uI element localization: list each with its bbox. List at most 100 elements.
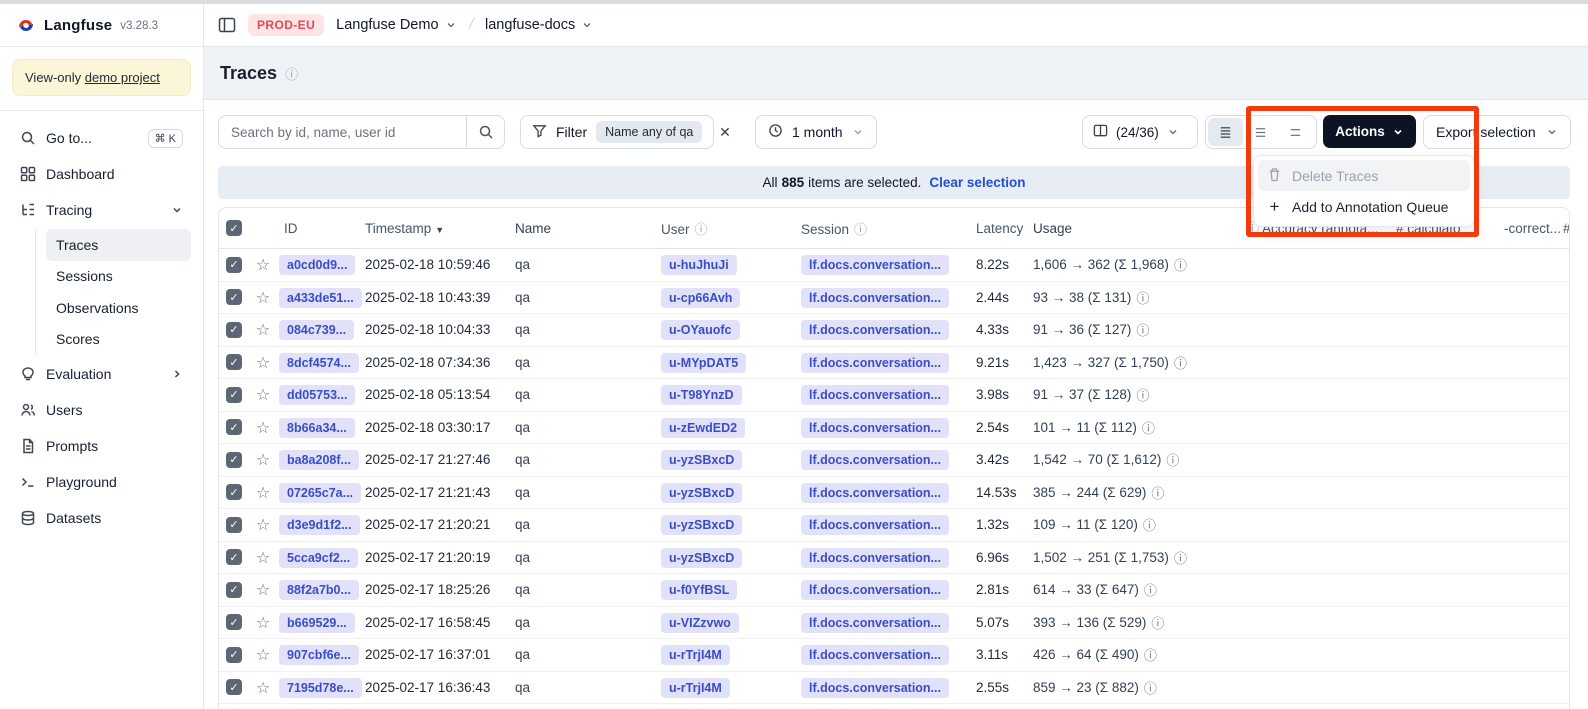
user-badge[interactable]: u-VIZzvwo	[661, 613, 739, 633]
user-badge[interactable]: u-cp66Avh	[661, 288, 740, 308]
sidebar-item-sessions[interactable]: Sessions	[46, 261, 191, 293]
session-badge[interactable]: lf.docs.conversation...	[801, 613, 949, 633]
row-checkbox[interactable]: ✓	[226, 582, 242, 598]
sidebar-item-evaluation[interactable]: Evaluation	[12, 357, 191, 391]
project-switcher[interactable]: langfuse-docs	[485, 17, 593, 33]
header-name[interactable]: Name	[515, 221, 661, 236]
row-checkbox[interactable]: ✓	[226, 517, 242, 533]
row-checkbox[interactable]: ✓	[226, 354, 242, 370]
row-height-large-icon[interactable]	[1278, 118, 1313, 146]
star-icon[interactable]: ☆	[249, 450, 277, 469]
trace-id-badge[interactable]: a433de51...	[279, 288, 362, 308]
session-badge[interactable]: lf.docs.conversation...	[801, 580, 949, 600]
table-row[interactable]: ✓ ☆ 88f2a7b0... 2025-02-17 18:25:26 qa u…	[219, 574, 1569, 607]
session-badge[interactable]: lf.docs.conversation...	[801, 515, 949, 535]
row-height-medium-icon[interactable]	[1243, 118, 1278, 146]
row-checkbox[interactable]: ✓	[226, 647, 242, 663]
star-icon[interactable]: ☆	[249, 255, 277, 274]
org-switcher[interactable]: Langfuse Demo	[336, 17, 456, 33]
sidebar-item-scores[interactable]: Scores	[46, 324, 191, 356]
search-icon[interactable]	[467, 124, 504, 140]
menu-item-add-to-annotation-queue[interactable]: + Add to Annotation Queue	[1258, 191, 1470, 222]
filter-button[interactable]: Filter Name any of qa	[520, 115, 714, 149]
info-icon[interactable]: ⓘ	[1136, 320, 1149, 339]
table-row[interactable]: ✓ ☆ a433de51... 2025-02-18 10:43:39 qa u…	[219, 282, 1569, 315]
trace-id-badge[interactable]: 8dcf4574...	[279, 353, 359, 373]
star-icon[interactable]: ☆	[249, 320, 277, 339]
header-id[interactable]: ID	[277, 221, 365, 236]
user-badge[interactable]: u-OYauofc	[661, 320, 740, 340]
user-badge[interactable]: u-yzSBxcD	[661, 548, 742, 568]
row-checkbox[interactable]: ✓	[226, 419, 242, 435]
star-icon[interactable]: ☆	[249, 353, 277, 372]
user-badge[interactable]: u-rTrjI4M	[661, 645, 730, 665]
info-icon[interactable]: ⓘ	[1166, 450, 1179, 469]
trace-id-badge[interactable]: 8b66a34...	[279, 418, 355, 438]
session-badge[interactable]: lf.docs.conversation...	[801, 678, 949, 698]
row-checkbox[interactable]: ✓	[226, 289, 242, 305]
trace-id-badge[interactable]: d3e9d1f2...	[279, 515, 360, 535]
session-badge[interactable]: lf.docs.conversation...	[801, 385, 949, 405]
session-badge[interactable]: lf.docs.conversation...	[801, 418, 949, 438]
star-icon[interactable]: ☆	[249, 418, 277, 437]
sidebar-item-tracing[interactable]: Tracing	[12, 193, 191, 227]
sidebar-item-observations[interactable]: Observations	[46, 292, 191, 324]
user-badge[interactable]: u-zEwdED2	[661, 418, 745, 438]
info-icon[interactable]: ⓘ	[1143, 515, 1156, 534]
star-icon[interactable]: ☆	[249, 678, 277, 697]
clear-selection-link[interactable]: Clear selection	[929, 175, 1025, 190]
sidebar-toggle-icon[interactable]	[218, 16, 236, 34]
session-badge[interactable]: lf.docs.conversation...	[801, 255, 949, 275]
select-all-checkbox[interactable]: ✓	[226, 220, 242, 236]
sidebar-item-playground[interactable]: Playground	[12, 465, 191, 499]
star-icon[interactable]: ☆	[249, 288, 277, 307]
header-score-correct[interactable]: -correct...	[1504, 208, 1561, 249]
info-icon[interactable]: ⓘ	[1151, 613, 1164, 632]
session-badge[interactable]: lf.docs.conversation...	[801, 353, 949, 373]
info-icon[interactable]: ⓘ	[1136, 385, 1149, 404]
user-badge[interactable]: u-yzSBxcD	[661, 515, 742, 535]
user-badge[interactable]: u-MYpDAT5	[661, 353, 746, 373]
table-row[interactable]: ✓ ☆ ba8a208f... 2025-02-17 21:27:46 qa u…	[219, 444, 1569, 477]
star-icon[interactable]: ☆	[249, 548, 277, 567]
user-badge[interactable]: u-yzSBxcD	[661, 483, 742, 503]
header-score-extra[interactable]: # c	[1563, 208, 1570, 249]
trace-id-badge[interactable]: 7195d78e...	[279, 678, 362, 698]
info-icon[interactable]: ⓘ	[1144, 580, 1157, 599]
sidebar-item-users[interactable]: Users	[12, 393, 191, 427]
star-icon[interactable]: ☆	[249, 483, 277, 502]
trace-id-badge[interactable]: a0cd0d9...	[279, 255, 355, 275]
actions-button[interactable]: Actions	[1323, 115, 1416, 148]
sidebar-item-traces[interactable]: Traces	[46, 229, 191, 261]
row-checkbox[interactable]: ✓	[226, 484, 242, 500]
row-checkbox[interactable]: ✓	[226, 387, 242, 403]
trace-id-badge[interactable]: ba8a208f...	[279, 450, 359, 470]
table-row[interactable]: ✓ ☆ b669529... 2025-02-17 16:58:45 qa u-…	[219, 607, 1569, 640]
row-checkbox[interactable]: ✓	[226, 549, 242, 565]
trace-id-badge[interactable]: 084c739...	[279, 320, 354, 340]
menu-item-delete-traces[interactable]: Delete Traces	[1258, 160, 1470, 191]
trace-id-badge[interactable]: 907cbf6e...	[279, 645, 359, 665]
table-row[interactable]: ✓ ☆ 907cbf6e... 2025-02-17 16:37:01 qa u…	[219, 639, 1569, 672]
sidebar-item-dashboard[interactable]: Dashboard	[12, 157, 191, 191]
trace-id-badge[interactable]: 5cca9cf2...	[279, 548, 358, 568]
info-icon[interactable]: ⓘ	[1142, 418, 1155, 437]
sidebar-item-datasets[interactable]: Datasets	[12, 501, 191, 535]
star-icon[interactable]: ☆	[249, 613, 277, 632]
table-row[interactable]: ✓ ☆ 7195d78e... 2025-02-17 16:36:43 qa u…	[219, 672, 1569, 705]
user-badge[interactable]: u-rTrjI4M	[661, 678, 730, 698]
row-checkbox[interactable]: ✓	[226, 679, 242, 695]
session-badge[interactable]: lf.docs.conversation...	[801, 288, 949, 308]
table-row[interactable]: ✓ ☆ 5cca9cf2... 2025-02-17 21:20:19 qa u…	[219, 542, 1569, 575]
trace-id-badge[interactable]: 07265c7a...	[279, 483, 361, 503]
table-row[interactable]: ✓ ☆ d3e9d1f2... 2025-02-17 21:20:21 qa u…	[219, 509, 1569, 542]
header-user[interactable]: Userⓘ	[661, 219, 801, 238]
header-latency[interactable]: Latency	[959, 221, 1023, 236]
session-badge[interactable]: lf.docs.conversation...	[801, 548, 949, 568]
sidebar-item-prompts[interactable]: Prompts	[12, 429, 191, 463]
session-badge[interactable]: lf.docs.conversation...	[801, 645, 949, 665]
row-checkbox[interactable]: ✓	[226, 322, 242, 338]
search-input[interactable]	[219, 116, 467, 148]
user-badge[interactable]: u-f0YfBSL	[661, 580, 737, 600]
info-icon[interactable]: ⓘ	[1144, 645, 1157, 664]
